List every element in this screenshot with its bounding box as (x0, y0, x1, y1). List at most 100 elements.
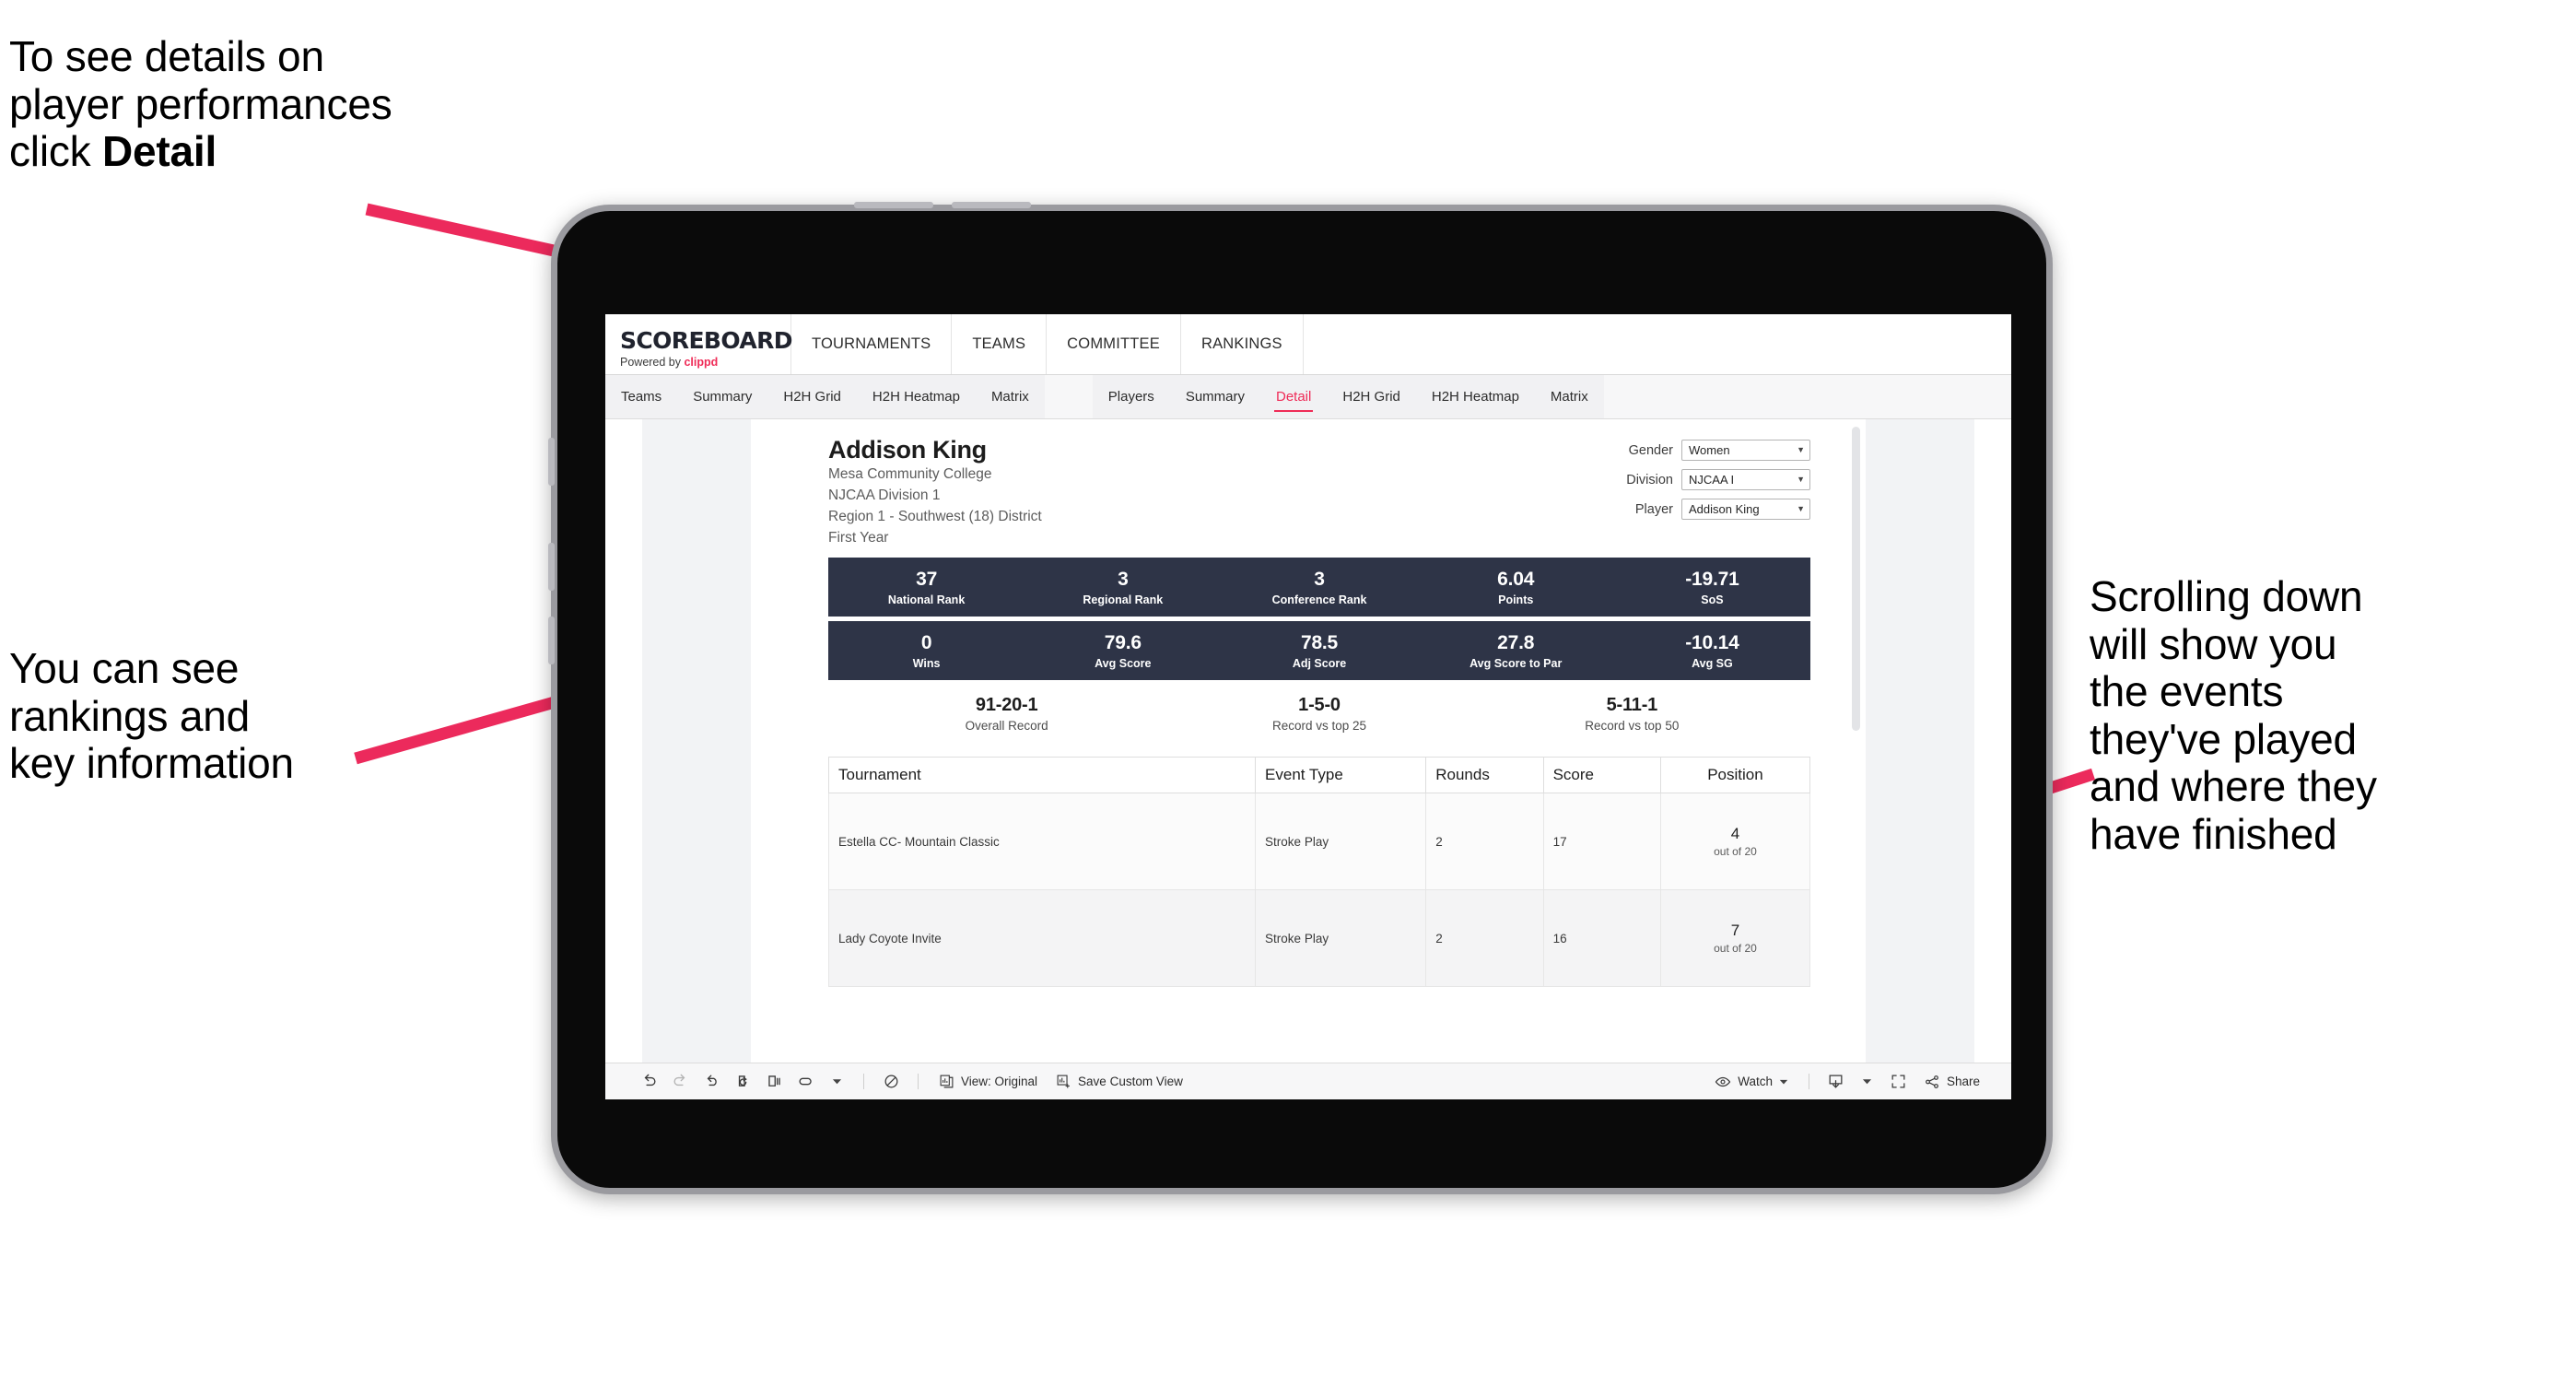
record-label: Record vs top 25 (1271, 719, 1367, 734)
tab-group-players: Players Summary Detail H2H Grid H2H Heat… (1092, 375, 1604, 418)
record-vs-top-50: 5-11-1 Record vs top 50 (1476, 695, 1788, 733)
stat-value: 78.5 (1300, 631, 1339, 653)
stat-adj-score: 78.5 Adj Score (1221, 632, 1417, 670)
revert-icon[interactable] (696, 1070, 727, 1094)
player-year: First Year (828, 530, 889, 546)
nav-item-rankings[interactable]: RANKINGS (1181, 314, 1304, 374)
nav-item-teams[interactable]: TEAMS (952, 314, 1048, 374)
player-region: Region 1 - Southwest (18) District (828, 509, 1042, 525)
table-row[interactable]: Estella CC- Mountain Classic Stroke Play… (827, 793, 1811, 891)
highlight-icon[interactable] (790, 1070, 821, 1094)
fullscreen-icon[interactable] (1883, 1070, 1914, 1094)
save-custom-view-label: Save Custom View (1078, 1075, 1183, 1088)
logo-brand: clippd (684, 355, 719, 369)
tablet-device: SCOREBOARD Powered by clippd TOURNAMENTS… (548, 202, 2053, 1194)
record-overall: 91-20-1 Overall Record (850, 695, 1163, 733)
share-label: Share (1946, 1075, 1980, 1088)
stat-sos: -19.71 SoS (1614, 569, 1810, 606)
stat-value: 0 (920, 631, 932, 653)
tab-teams-h2h-grid[interactable]: H2H Grid (767, 375, 857, 418)
tab-players-matrix[interactable]: Matrix (1535, 375, 1604, 418)
dashboard-right-gutter (1866, 419, 1974, 1063)
record-value: 5-11-1 (1606, 695, 1658, 716)
cell-tournament: Lady Coyote Invite (827, 889, 1257, 988)
filter-gender: Gender Women ▼ (1626, 440, 1810, 461)
stats-row-rankings: 37 National Rank 3 Regional Rank 3 Confe… (828, 558, 1810, 617)
tab-group-teams-label[interactable]: Teams (605, 375, 677, 418)
device-button-volume-up (548, 543, 555, 591)
tablet-screen: SCOREBOARD Powered by clippd TOURNAMENTS… (605, 314, 2011, 1099)
player-school: Mesa Community College (828, 466, 992, 483)
nav-item-tournaments[interactable]: TOURNAMENTS (791, 314, 953, 374)
download-icon[interactable] (1821, 1070, 1852, 1094)
column-header-rounds[interactable]: Rounds (1425, 757, 1544, 794)
table-header-row: Tournament Event Type Rounds Score Posit… (827, 757, 1811, 794)
column-header-tournament[interactable]: Tournament (827, 757, 1257, 794)
column-header-position[interactable]: Position (1659, 757, 1811, 794)
tab-players-summary[interactable]: Summary (1170, 375, 1260, 418)
tab-players-h2h-heatmap[interactable]: H2H Heatmap (1416, 375, 1535, 418)
filter-division-value: NJCAA I (1689, 473, 1735, 487)
chevron-down-icon: ▼ (1797, 445, 1805, 454)
filter-division: Division NJCAA I ▼ (1626, 469, 1810, 490)
position-value: 4 (1730, 825, 1740, 843)
stat-value: 79.6 (1104, 631, 1142, 653)
stat-avg-score: 79.6 Avg Score (1025, 632, 1221, 670)
tab-players-h2h-grid[interactable]: H2H Grid (1327, 375, 1416, 418)
view-original-label: View: Original (961, 1075, 1038, 1088)
dashboard-body: Addison King Mesa Community College NJCA… (605, 419, 2011, 1063)
annotation-right: Scrolling down will show you the events … (2090, 572, 2377, 858)
pause-updates-icon[interactable] (758, 1070, 790, 1094)
stat-value: 37 (916, 568, 938, 590)
app-logo[interactable]: SCOREBOARD Powered by clippd (605, 314, 793, 374)
save-view-icon (1056, 1074, 1071, 1089)
filter-division-label: Division (1626, 472, 1673, 487)
filter-gender-select[interactable]: Women ▼ (1681, 440, 1810, 461)
tab-group-players-label[interactable]: Players (1093, 375, 1170, 418)
filter-gender-value: Women (1689, 443, 1730, 457)
download-dropdown-icon[interactable] (1852, 1070, 1883, 1094)
stat-value: 3 (1314, 568, 1325, 590)
undo-icon[interactable] (633, 1070, 664, 1094)
filter-player-label: Player (1634, 501, 1673, 517)
table-row[interactable]: Lady Coyote Invite Stroke Play 2 16 7 ou… (827, 889, 1811, 988)
highlight-dropdown-icon[interactable] (821, 1070, 852, 1094)
tab-teams-matrix[interactable]: Matrix (976, 375, 1045, 418)
record-label: Overall Record (965, 719, 1048, 734)
share-button[interactable]: Share (1914, 1074, 1989, 1090)
annotation-top-left-bold: Detail (102, 127, 217, 176)
cell-tournament: Estella CC- Mountain Classic (827, 793, 1257, 891)
stats-row-scoring: 0 Wins 79.6 Avg Score 78.5 Adj Score 27.… (828, 621, 1810, 681)
view-original-button[interactable]: View: Original (930, 1074, 1047, 1089)
redo-icon[interactable] (664, 1070, 696, 1094)
refresh-data-icon[interactable] (727, 1070, 758, 1094)
filter-player-select[interactable]: Addison King ▼ (1681, 499, 1810, 520)
app-header: SCOREBOARD Powered by clippd TOURNAMENTS… (605, 314, 2011, 375)
filter-panel: Gender Women ▼ Division NJCAA I ▼ Player… (1626, 436, 1810, 528)
nav-item-committee[interactable]: COMMITTEE (1047, 314, 1181, 374)
chevron-down-icon: ▼ (1797, 475, 1805, 484)
column-header-event-type[interactable]: Event Type (1255, 757, 1427, 794)
watch-button[interactable]: Watch (1705, 1074, 1797, 1090)
logo-text: SCOREBOARD (620, 326, 793, 354)
stat-value: -10.14 (1685, 631, 1739, 653)
annotation-top-left: To see details on player performances cl… (9, 32, 654, 176)
stat-label: SoS (1701, 593, 1724, 606)
stat-label: Adj Score (1292, 656, 1347, 670)
viz-vertical-scrollbar[interactable] (1852, 427, 1860, 731)
player-header: Addison King Mesa Community College NJCA… (828, 436, 1810, 548)
filter-division-select[interactable]: NJCAA I ▼ (1681, 469, 1810, 490)
record-value: 1-5-0 (1298, 695, 1341, 716)
filter-gender-label: Gender (1628, 442, 1673, 458)
column-header-score[interactable]: Score (1542, 757, 1661, 794)
stat-value: -19.71 (1685, 568, 1739, 590)
cell-rounds: 2 (1425, 889, 1544, 988)
tab-teams-summary[interactable]: Summary (677, 375, 767, 418)
cell-event-type: Stroke Play (1255, 793, 1427, 891)
save-custom-view-button[interactable]: Save Custom View (1047, 1074, 1192, 1089)
device-preview-icon[interactable] (875, 1070, 907, 1094)
cell-event-type: Stroke Play (1255, 889, 1427, 988)
tab-teams-h2h-heatmap[interactable]: H2H Heatmap (857, 375, 976, 418)
filter-player: Player Addison King ▼ (1626, 499, 1810, 520)
tab-players-detail[interactable]: Detail (1260, 375, 1327, 418)
